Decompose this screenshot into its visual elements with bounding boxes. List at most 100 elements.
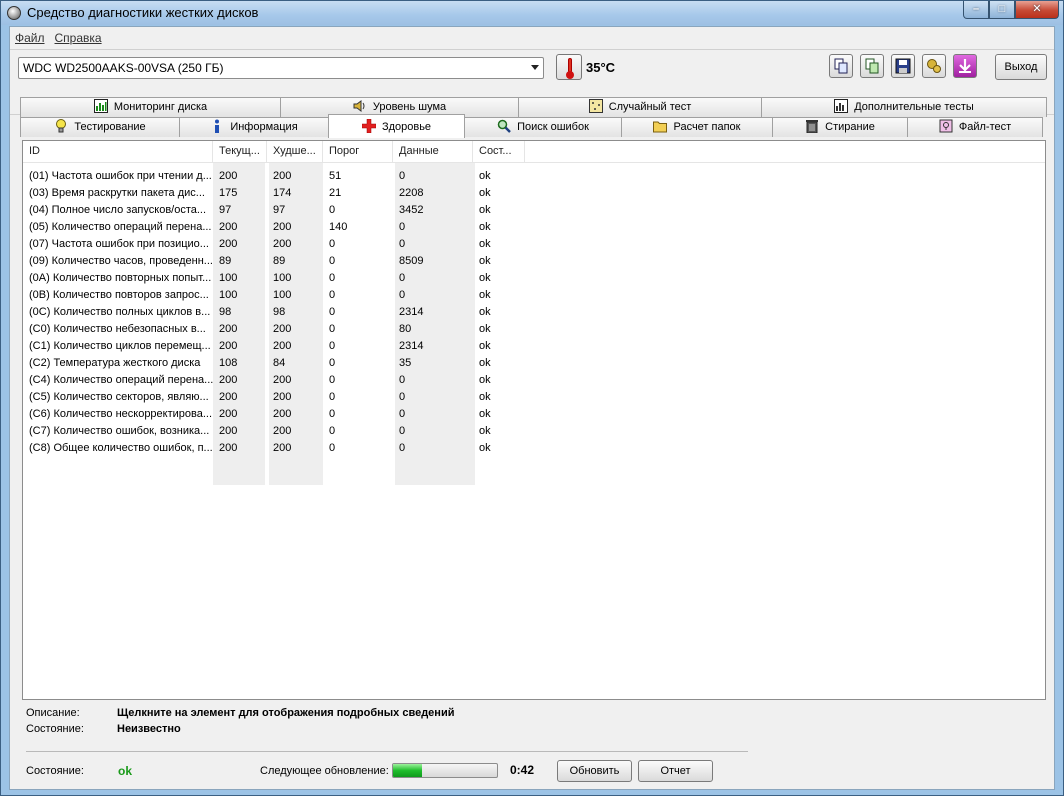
table-cell: ok <box>479 442 491 454</box>
table-cell: 97 <box>273 204 286 216</box>
table-row[interactable]: (C0) Количество небезопасных в... 200 200 0… <box>23 321 523 338</box>
table-cell: 200 <box>219 340 238 352</box>
table-cell: 174 <box>273 187 292 199</box>
table-row[interactable]: (C1) Количество циклов перемещ... 200 200 0… <box>23 338 523 355</box>
app-icon <box>7 6 21 20</box>
column-header-data[interactable]: Данные <box>393 141 473 163</box>
disk-select-value: WDC WD2500AAKS-00VSA (250 ГБ) <box>23 61 224 75</box>
table-cell: 200 <box>273 170 292 182</box>
tab-additional-tests[interactable]: Дополнительные тесты <box>761 97 1047 117</box>
save-icon <box>895 58 911 74</box>
tab-folder-calc[interactable]: Расчет папок <box>621 117 773 137</box>
table-cell: 89 <box>273 255 286 267</box>
table-cell: ok <box>479 204 491 216</box>
tab-information[interactable]: Информация <box>179 117 329 137</box>
settings-button[interactable] <box>922 54 946 78</box>
tab-disk-monitoring[interactable]: Мониторинг диска <box>20 97 281 117</box>
table-cell: 200 <box>219 238 238 250</box>
column-header-worst[interactable]: Худше... <box>267 141 323 163</box>
column-header-threshold[interactable]: Порог <box>323 141 393 163</box>
table-cell: 89 <box>219 255 232 267</box>
table-cell: 2314 <box>399 340 424 352</box>
table-cell: 0 <box>329 323 336 335</box>
chart-icon <box>93 99 108 113</box>
table-cell: 100 <box>273 289 292 301</box>
tab-random-test[interactable]: Случайный тест <box>518 97 762 117</box>
info-icon <box>215 119 220 133</box>
title-bar[interactable]: Средство диагностики жестких дисков – □ … <box>1 1 1063 25</box>
settings-icon <box>927 59 941 73</box>
status-label: Состояние: <box>26 765 84 777</box>
table-cell: (C4) Количество операций перена... <box>29 374 213 386</box>
table-cell: 0 <box>329 442 336 454</box>
copy-all-button[interactable] <box>860 54 884 78</box>
table-cell: 0 <box>329 425 336 437</box>
tab-health[interactable]: Здоровье <box>328 114 465 138</box>
menu-bar: Файл Справка <box>10 29 107 49</box>
download-button[interactable] <box>953 54 977 78</box>
table-cell: 0 <box>329 357 336 369</box>
tab-row-1: Мониторинг диска Уровень шума Случайный … <box>20 97 1047 117</box>
table-cell: 100 <box>219 289 238 301</box>
table-row[interactable]: (C6) Количество нескорректирова... 200 200… <box>23 406 523 423</box>
table-row[interactable]: (05) Количество операций перена... 200 200… <box>23 219 523 236</box>
table-cell: ok <box>479 170 491 182</box>
speaker-icon <box>353 100 365 112</box>
disk-select[interactable]: WDC WD2500AAKS-00VSA (250 ГБ) <box>18 57 544 79</box>
table-cell: (C0) Количество небезопасных в... <box>29 323 206 335</box>
window-controls: – □ ✕ <box>963 1 1059 21</box>
table-cell: ok <box>479 391 491 403</box>
close-button[interactable]: ✕ <box>1015 1 1059 19</box>
table-cell: ok <box>479 357 491 369</box>
minimize-button[interactable]: – <box>963 1 989 19</box>
table-cell: 175 <box>219 187 238 199</box>
table-row[interactable]: (C5) Количество секторов, являю... 200 200… <box>23 389 523 406</box>
tab-label: Расчет папок <box>673 121 741 133</box>
column-header-status[interactable]: Сост... <box>473 141 525 163</box>
health-cross-icon <box>361 119 376 133</box>
table-row[interactable]: (0B) Количество повторов запрос... 100 100… <box>23 287 523 304</box>
table-row[interactable]: (03) Время раскрутки пакета дис... 175 174… <box>23 185 523 202</box>
tab-testing[interactable]: Тестирование <box>20 117 180 137</box>
table-cell: 98 <box>219 306 232 318</box>
state-label: Состояние: <box>26 723 84 735</box>
exit-button[interactable]: Выход <box>995 54 1047 80</box>
table-row[interactable]: (0C) Количество полных циклов в... 98 98 0 2… <box>23 304 523 321</box>
temperature-button[interactable] <box>556 54 582 80</box>
table-cell: 0 <box>329 204 336 216</box>
save-button[interactable] <box>891 54 915 78</box>
table-row[interactable]: (01) Частота ошибок при чтении д... 200 20… <box>23 168 523 185</box>
column-header-id[interactable]: ID <box>23 141 213 163</box>
tab-file-test[interactable]: Файл-тест <box>907 117 1043 137</box>
table-row[interactable]: (09) Количество часов, проведенн... 89 89 0… <box>23 253 523 270</box>
maximize-button[interactable]: □ <box>989 1 1015 19</box>
table-cell: 200 <box>273 425 292 437</box>
description-label: Описание: <box>26 707 80 719</box>
table-row[interactable]: (07) Частота ошибок при позицио... 200 200… <box>23 236 523 253</box>
table-cell: (0C) Количество полных циклов в... <box>29 306 211 318</box>
refresh-button[interactable]: Обновить <box>557 760 632 782</box>
table-cell: (0A) Количество повторных попыт... <box>29 272 212 284</box>
table-row[interactable]: (C4) Количество операций перена... 200 200… <box>23 372 523 389</box>
table-row[interactable]: (C7) Количество ошибок, возника... 200 200… <box>23 423 523 440</box>
table-cell: ok <box>479 340 491 352</box>
table-row[interactable]: (C2) Температура жесткого диска 108 84 0 35 o… <box>23 355 523 372</box>
smart-table: ID Текущ... Худше... Порог Данные Сост..… <box>22 140 1046 700</box>
copy-button[interactable] <box>829 54 853 78</box>
table-cell: ok <box>479 221 491 233</box>
tab-error-search[interactable]: Поиск ошибок <box>464 117 622 137</box>
table-cell: 98 <box>273 306 286 318</box>
column-header-current[interactable]: Текущ... <box>213 141 267 163</box>
menu-help[interactable]: Справка <box>50 29 107 49</box>
table-cell: 0 <box>329 289 336 301</box>
report-button[interactable]: Отчет <box>638 760 713 782</box>
table-cell: 0 <box>329 306 336 318</box>
tab-erase[interactable]: Стирание <box>772 117 908 137</box>
table-row[interactable]: (04) Полное число запусков/оста... 97 97 0 3… <box>23 202 523 219</box>
menu-file[interactable]: Файл <box>10 29 50 49</box>
tab-label: Файл-тест <box>958 121 1012 133</box>
table-row[interactable]: (0A) Количество повторных попыт... 100 100… <box>23 270 523 287</box>
copy-all-icon <box>865 58 879 74</box>
download-icon <box>959 59 971 73</box>
table-row[interactable]: (C8) Общее количество ошибок, п... 200 200… <box>23 440 523 457</box>
